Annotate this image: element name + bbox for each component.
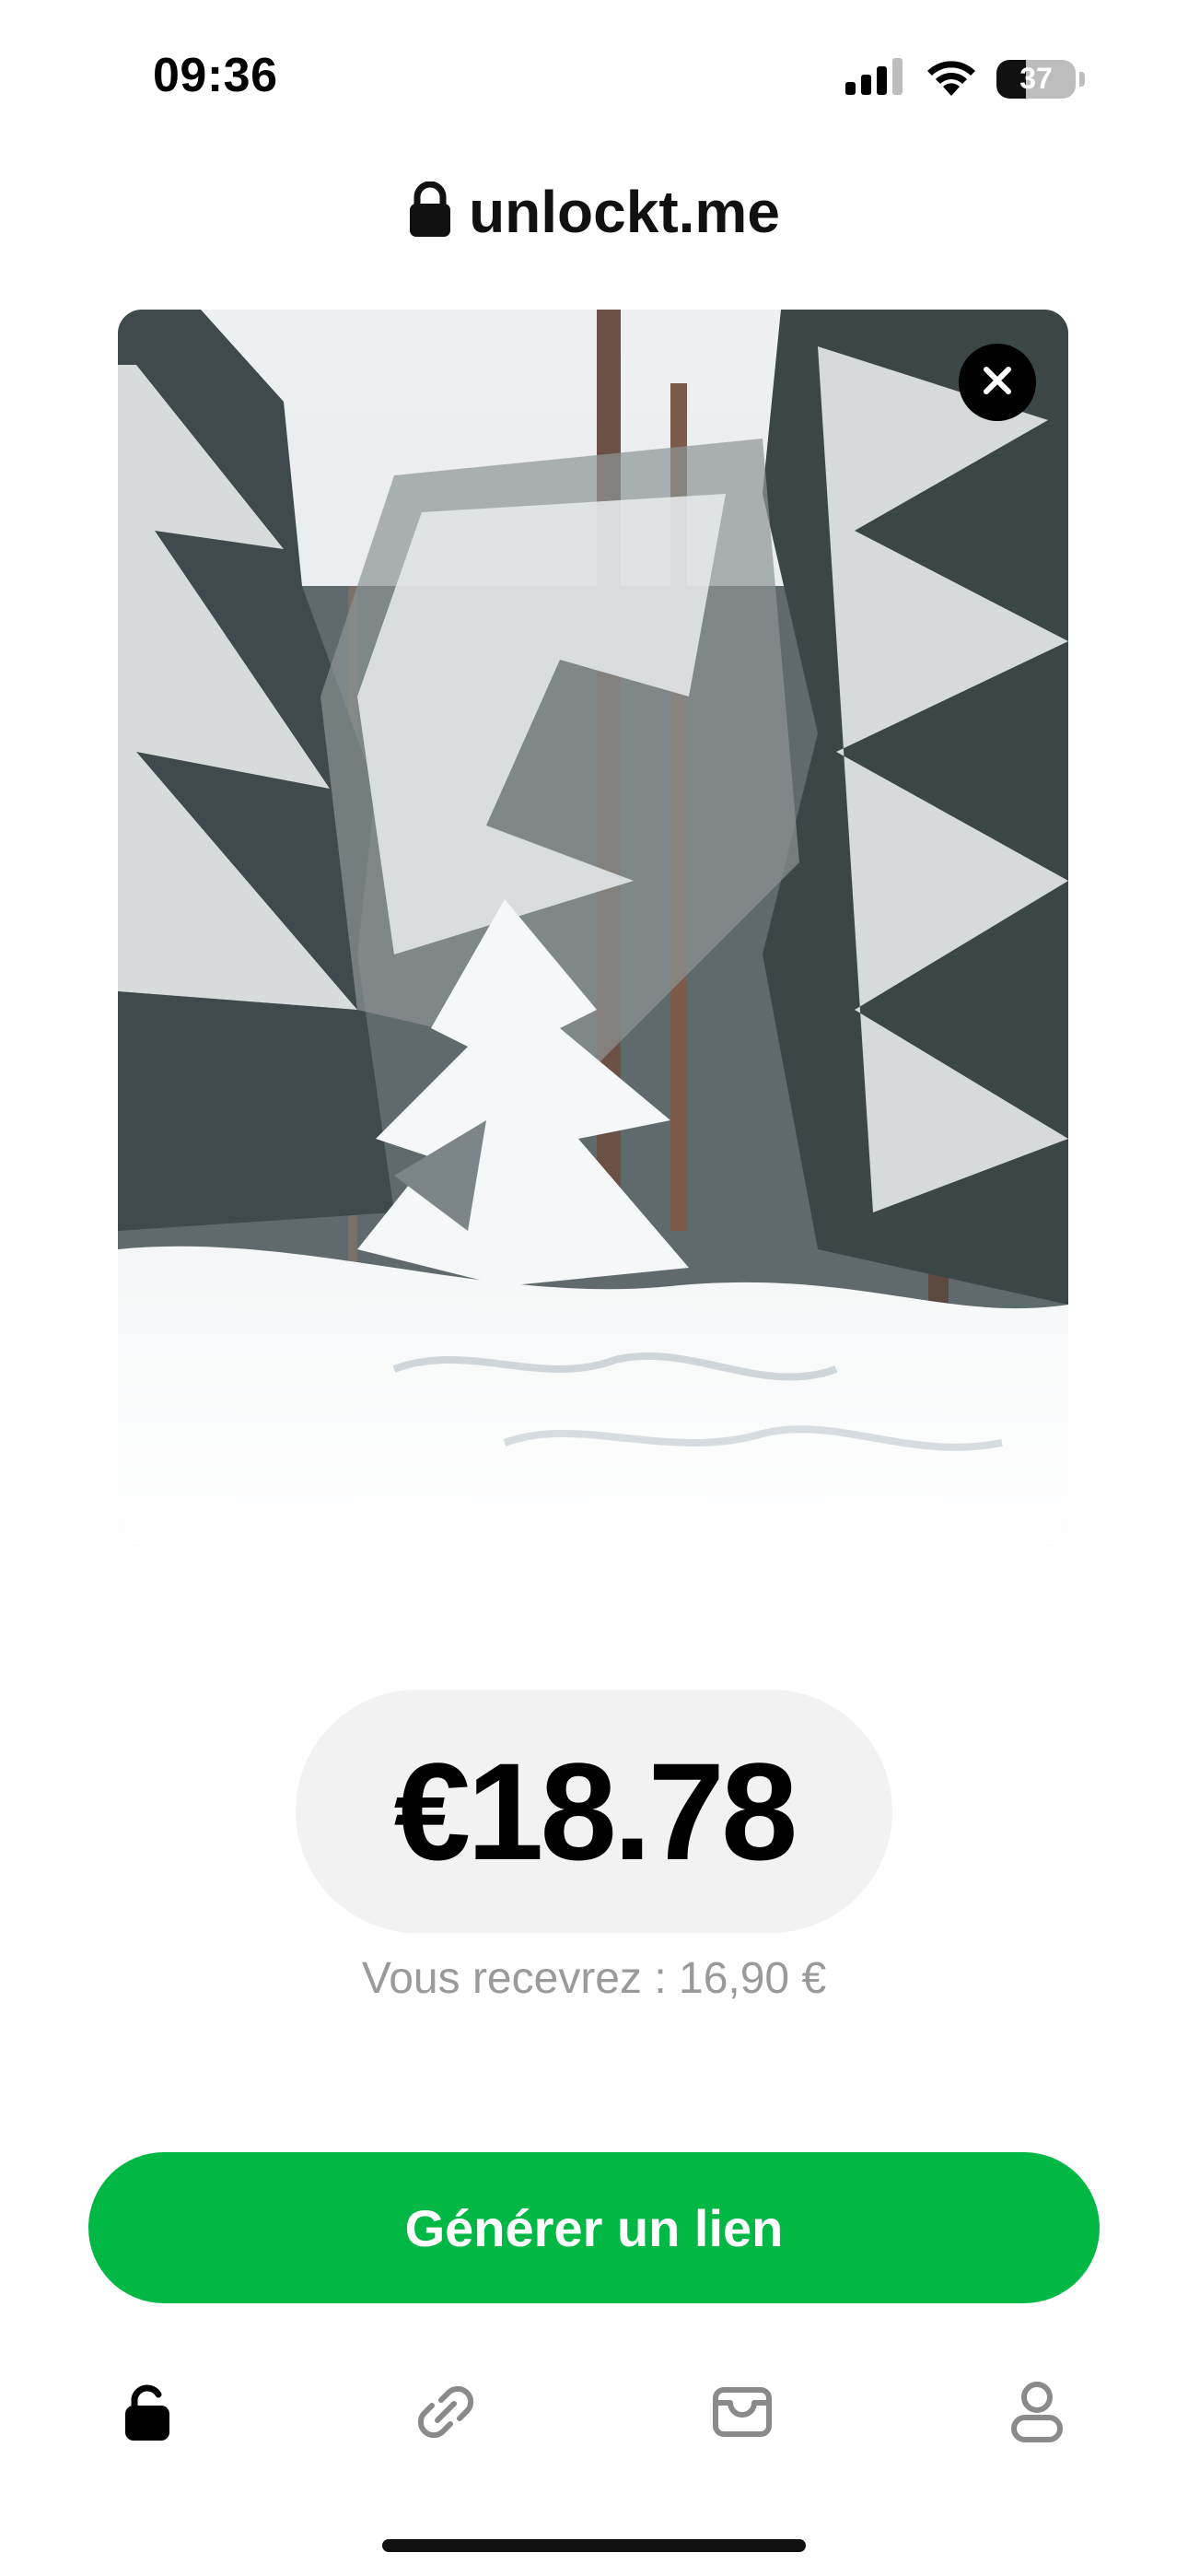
status-icons: 37 <box>845 57 1085 100</box>
battery: 37 <box>996 59 1076 99</box>
lock-icon <box>122 2382 173 2447</box>
battery-icon: 37 <box>996 59 1085 99</box>
profile-icon <box>1009 2381 1065 2448</box>
bottom-tab-bar <box>0 2368 1188 2460</box>
status-time: 09:36 <box>153 49 278 102</box>
tab-links[interactable] <box>400 2368 492 2460</box>
uploaded-photo <box>118 310 1068 1546</box>
lock-icon <box>408 181 452 243</box>
battery-nub <box>1079 71 1085 87</box>
home-indicator[interactable] <box>382 2539 806 2552</box>
price-field[interactable]: €18.78 <box>296 1690 892 1933</box>
close-icon <box>981 364 1014 402</box>
brand-name: unlockt.me <box>469 179 780 245</box>
generate-link-button[interactable]: Générer un lien <box>88 2152 1100 2303</box>
generate-link-label: Générer un lien <box>404 2198 784 2257</box>
tab-unlock[interactable] <box>101 2368 193 2460</box>
cellular-signal-icon <box>845 58 906 100</box>
wallet-icon <box>712 2386 773 2442</box>
tab-profile[interactable] <box>991 2368 1083 2460</box>
receive-amount-text: Vous recevrez : 16,90 € <box>361 1954 827 2003</box>
price-value: €18.78 <box>393 1733 798 1889</box>
battery-level: 37 <box>1019 62 1053 95</box>
status-bar: 09:36 37 <box>0 0 1188 157</box>
close-button[interactable] <box>959 344 1036 421</box>
wifi-icon <box>925 57 978 100</box>
tab-wallet[interactable] <box>696 2368 788 2460</box>
brand-header: unlockt.me <box>0 175 1188 249</box>
link-icon <box>413 2380 478 2449</box>
app-screen: 09:36 37 unlockt.me €18.78 Vous recevrez… <box>0 0 1188 2576</box>
